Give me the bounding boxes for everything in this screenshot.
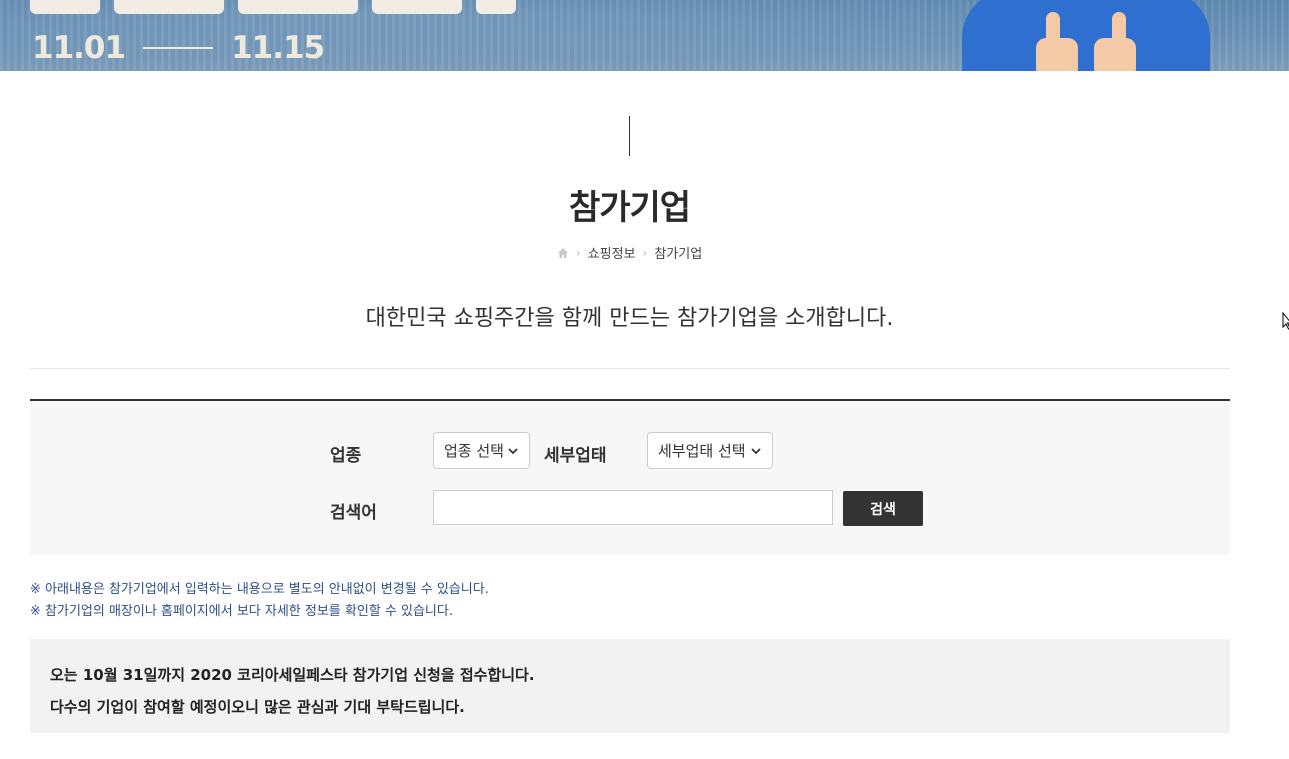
announcement-box: 오는 10월 31일까지 2020 코리아세일페스타 참가기업 신청을 접수합니… <box>30 639 1230 733</box>
keyword-input[interactable] <box>433 490 833 525</box>
industry-label: 업종 <box>330 446 362 466</box>
divider <box>30 368 1230 369</box>
banner-date-dash <box>143 47 214 49</box>
page-title: 참가기업 <box>568 188 691 228</box>
sub-industry-select-value: 세부업태 선택 <box>658 442 746 460</box>
thumb-left <box>1036 12 1078 71</box>
search-button[interactable]: 검색 <box>843 491 923 526</box>
top-banner[interactable]: 11.01 11.15 <box>0 0 1289 71</box>
keyword-label: 검색어 <box>330 503 377 523</box>
chevron-right-icon: › <box>575 245 581 260</box>
sub-industry-label: 세부업태 <box>544 446 607 466</box>
banner-date-end: 11.15 <box>231 30 325 66</box>
sub-industry-select[interactable]: 세부업태 선택 <box>647 432 773 469</box>
industry-select[interactable]: 업종 선택 <box>433 432 530 469</box>
search-panel: 업종 업종 선택 세부업태 세부업태 선택 검색어 검색 <box>30 399 1230 555</box>
home-icon[interactable] <box>557 247 569 259</box>
thumb-right <box>1094 12 1136 71</box>
breadcrumb-item-shopping-info[interactable]: 쇼핑정보 <box>588 243 636 262</box>
title-decoration-line <box>629 116 630 156</box>
announcement-line-2: 다수의 기업이 참여할 예정이오니 많은 관심과 기대 부탁드립니다. <box>50 698 465 716</box>
intro-text: 대한민국 쇼핑주간을 함께 만드는 참가기업을 소개합니다. <box>365 306 894 331</box>
breadcrumb: › 쇼핑정보 › 참가기업 <box>0 243 1259 262</box>
chevron-right-icon: › <box>642 245 648 260</box>
person-shirt <box>962 0 1210 71</box>
chevron-down-icon <box>751 447 761 454</box>
banner-dates: 11.01 11.15 <box>32 30 325 66</box>
notice-line-2: ※ 참가기업의 매장이나 홈페이지에서 보다 자세한 정보를 확인할 수 있습니… <box>30 604 453 619</box>
industry-select-value: 업종 선택 <box>444 442 504 460</box>
banner-date-start: 11.01 <box>32 30 126 66</box>
mouse-cursor-icon <box>1282 312 1289 330</box>
announcement-line-1: 오는 10월 31일까지 2020 코리아세일페스타 참가기업 신청을 접수합니… <box>50 666 535 684</box>
notice-line-1: ※ 아래내용은 참가기업에서 입력하는 내용으로 별도의 안내없이 변경될 수 … <box>30 582 489 597</box>
banner-headline-graphic <box>30 0 590 14</box>
banner-person-image <box>962 0 1212 71</box>
chevron-down-icon <box>508 447 518 454</box>
breadcrumb-item-participants[interactable]: 참가기업 <box>654 243 702 262</box>
